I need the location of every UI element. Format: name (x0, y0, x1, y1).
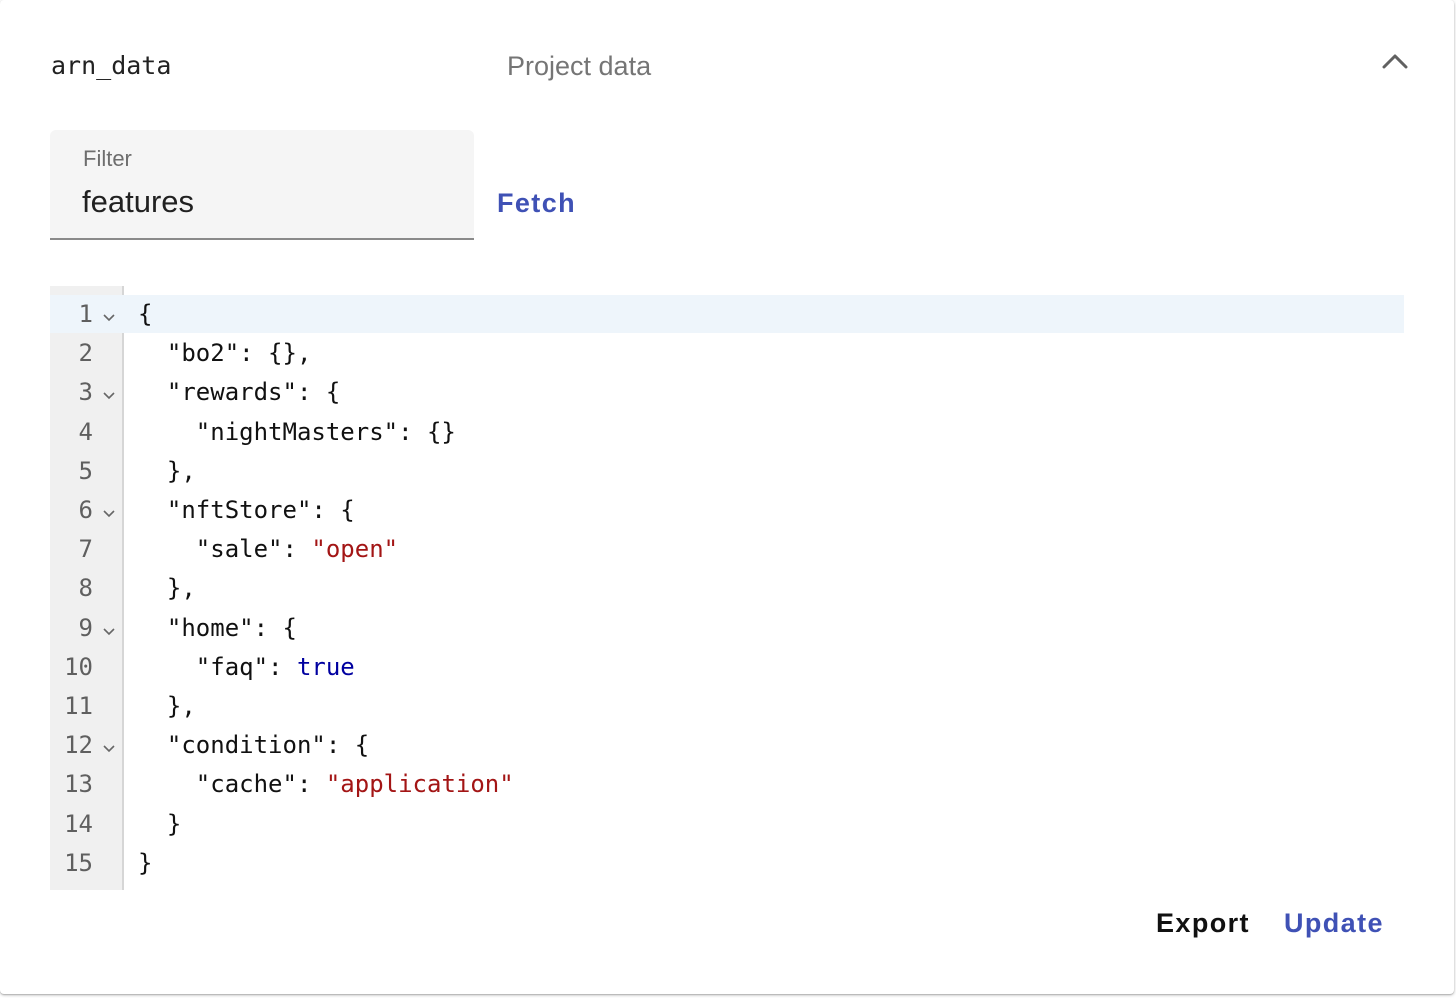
code-text: { (138, 295, 152, 334)
code-line[interactable]: 14 } (50, 805, 1404, 844)
code-token: "nightMasters": {} (138, 417, 456, 446)
code-text: }, (138, 569, 196, 608)
code-line[interactable]: 11 }, (50, 687, 1404, 726)
code-text: "bo2": {}, (138, 334, 312, 373)
fetch-button[interactable]: Fetch (497, 188, 576, 219)
filter-label: Filter (83, 146, 132, 171)
line-number: 14 (64, 809, 93, 838)
code-token: "sale": (138, 535, 312, 564)
filter-input[interactable] (82, 180, 452, 224)
filter-field[interactable]: Filter (50, 130, 474, 240)
code-text: } (138, 805, 181, 844)
code-token: "rewards": { (138, 378, 341, 407)
code-text: "condition": { (138, 726, 369, 765)
line-number: 11 (64, 692, 93, 720)
line-number: 13 (64, 770, 93, 799)
code-line[interactable]: 4 "nightMasters": {} (50, 413, 1404, 452)
line-number: 2 (78, 339, 93, 368)
project-data-panel: arn_data Project data Filter Fetch 1{2 "… (0, 0, 1454, 994)
code-token: { (138, 300, 153, 328)
code-text: "cache": "application" (138, 765, 514, 804)
line-number: 4 (78, 417, 93, 446)
collapse-button[interactable] (1372, 40, 1418, 82)
fold-chevron-icon[interactable] (103, 726, 115, 770)
line-number: 5 (78, 456, 93, 485)
code-line[interactable]: 1{ (50, 295, 1404, 334)
code-text: "home": { (138, 609, 297, 648)
fold-chevron-icon[interactable] (103, 295, 115, 339)
code-text: "faq": true (138, 648, 355, 687)
code-token: }, (138, 574, 196, 603)
line-number: 3 (78, 378, 93, 407)
update-button[interactable]: Update (1284, 908, 1384, 939)
code-line[interactable]: 8 }, (50, 569, 1404, 608)
fold-chevron-icon[interactable] (103, 609, 115, 653)
code-token: } (138, 848, 153, 877)
code-line[interactable]: 7 "sale": "open" (50, 530, 1404, 569)
fold-chevron-icon[interactable] (103, 491, 115, 535)
line-number: 12 (64, 731, 93, 760)
line-number: 1 (78, 300, 93, 328)
code-token: } (138, 809, 182, 838)
fold-chevron-icon[interactable] (103, 373, 115, 417)
boolean-token: true (296, 652, 355, 681)
code-token: "condition": { (138, 731, 370, 760)
code-line[interactable]: 15} (50, 844, 1404, 883)
code-token: "bo2": {}, (138, 339, 312, 368)
code-line[interactable]: 13 "cache": "application" (50, 765, 1404, 804)
line-number: 15 (64, 848, 93, 877)
code-text: }, (138, 452, 196, 491)
code-text: "sale": "open" (138, 530, 398, 569)
code-text: "rewards": { (138, 373, 340, 412)
chevron-up-icon (1382, 54, 1408, 69)
line-number: 9 (78, 613, 93, 642)
code-text: "nightMasters": {} (138, 413, 456, 452)
code-line[interactable]: 2 "bo2": {}, (50, 334, 1404, 373)
string-token: "application" (325, 770, 514, 799)
code-token: "nftStore": { (138, 496, 355, 524)
code-token: "faq": (138, 652, 297, 681)
code-line[interactable]: 5 }, (50, 452, 1404, 491)
code-line[interactable]: 10 "faq": true (50, 648, 1404, 687)
json-editor[interactable]: 1{2 "bo2": {}, 3 "rewards": {4 "nightMast… (50, 286, 1404, 890)
code-token: }, (138, 692, 196, 720)
code-line[interactable]: 12 "condition": { (50, 726, 1404, 765)
code-token: "home": { (138, 613, 297, 642)
line-number: 10 (64, 652, 93, 681)
panel-description: Project data (507, 51, 652, 81)
code-line[interactable]: 3 "rewards": { (50, 373, 1404, 412)
code-token: }, (138, 456, 196, 485)
code-line[interactable]: 6 "nftStore": { (50, 491, 1404, 530)
line-number: 8 (78, 574, 93, 603)
code-token: "cache": (138, 770, 326, 799)
code-text: }, (138, 687, 196, 726)
line-number: 7 (78, 535, 93, 564)
export-button[interactable]: Export (1156, 908, 1250, 939)
code-text: "nftStore": { (138, 491, 355, 530)
code-line[interactable]: 9 "home": { (50, 609, 1404, 648)
data-key-label: arn_data (51, 51, 172, 80)
line-number: 6 (78, 496, 93, 524)
string-token: "open" (311, 535, 399, 564)
code-text: } (138, 844, 152, 883)
